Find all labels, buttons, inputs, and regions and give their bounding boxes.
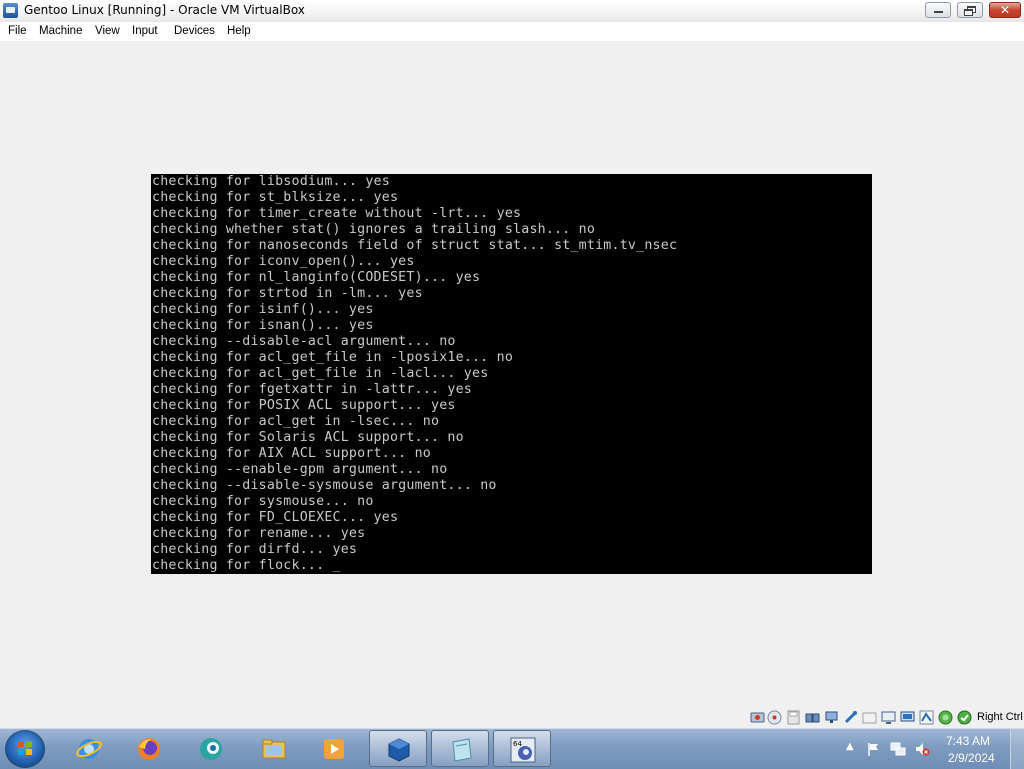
console-line: checking for isnan()... yes	[152, 318, 374, 333]
network-icon[interactable]	[824, 710, 839, 725]
taskbar-media-player[interactable]	[305, 730, 363, 767]
browser-icon	[200, 738, 222, 760]
console-line: checking for flock... _	[152, 558, 341, 573]
console-line: checking --disable-acl argument... no	[152, 334, 456, 349]
internet-explorer-icon	[76, 739, 102, 759]
console-line: checking for sysmouse... no	[152, 494, 374, 509]
window-title: Gentoo Linux [Running] - Oracle VM Virtu…	[24, 3, 305, 17]
title-bar: Gentoo Linux [Running] - Oracle VM Virtu…	[0, 0, 1024, 23]
firefox-icon	[138, 738, 160, 760]
media-player-icon	[324, 739, 344, 759]
console-line: checking for FD_CLOEXEC... yes	[152, 510, 399, 525]
console-line: checking for acl_get_file in -lacl... ye…	[152, 366, 489, 381]
menu-bar: File Machine View Input Devices Help	[0, 22, 1024, 42]
virtualization-icon[interactable]	[919, 710, 934, 725]
clock-date[interactable]: 2/9/2024	[948, 751, 995, 765]
audio-icon[interactable]	[805, 710, 820, 725]
menu-help[interactable]: Help	[227, 25, 251, 37]
network-tray-icon[interactable]	[890, 741, 906, 757]
console-line: checking for POSIX ACL support... yes	[152, 398, 456, 413]
svg-text:64: 64	[513, 740, 522, 748]
keyboard-icon[interactable]	[957, 710, 972, 725]
close-icon: ✕	[999, 3, 1011, 17]
hard-disk-icon[interactable]	[750, 710, 765, 725]
vm-console-screen[interactable]: checking for libsodium... yes checking f…	[151, 174, 872, 574]
minimize-icon	[934, 11, 943, 13]
virtualbox-app-icon[interactable]	[3, 3, 18, 18]
system-tray: ▲ 7:43 AM 2/9/2024	[842, 729, 1024, 769]
optical-drive-icon[interactable]	[767, 710, 782, 725]
taskbar-notepad[interactable]	[431, 730, 489, 767]
restore-icon-back	[964, 9, 973, 16]
show-desktop-button[interactable]	[1010, 729, 1024, 769]
menu-machine[interactable]: Machine	[39, 25, 82, 37]
console-line: checking for timer_create without -lrt..…	[152, 206, 522, 221]
console-line: checking for st_blksize... yes	[152, 190, 399, 205]
action-center-flag-icon[interactable]	[866, 741, 882, 757]
display-icon[interactable]	[881, 710, 896, 725]
notepad-icon	[452, 738, 472, 762]
restore-button[interactable]	[957, 2, 983, 18]
show-hidden-icons-icon[interactable]: ▲	[846, 741, 854, 752]
console-line: checking --enable-gpm argument... no	[152, 462, 448, 477]
taskbar-virtualbox-manager[interactable]	[369, 730, 427, 767]
console-line: checking for rename... yes	[152, 526, 366, 541]
console-line: checking for libsodium... yes	[152, 174, 390, 189]
shared-folders-icon[interactable]	[862, 710, 877, 725]
windows-logo-icon	[18, 741, 32, 755]
taskbar-file-explorer[interactable]	[245, 730, 303, 767]
console-line: checking for acl_get in -lsec... no	[152, 414, 440, 429]
windows-taskbar: 64 ▲ 7:43 AM 2/9/2024	[0, 728, 1024, 769]
console-line: checking for nl_langinfo(CODESET)... yes	[152, 270, 481, 285]
gentoo-vm-icon: 64	[510, 737, 536, 763]
menu-devices[interactable]: Devices	[174, 25, 215, 37]
usb-icon[interactable]	[843, 710, 858, 725]
clock-time[interactable]: 7:43 AM	[946, 734, 990, 748]
console-line: checking --disable-sysmouse argument... …	[152, 478, 497, 493]
menu-view[interactable]: View	[95, 25, 120, 37]
console-line: checking for fgetxattr in -lattr... yes	[152, 382, 473, 397]
console-line: checking for strtod in -lm... yes	[152, 286, 423, 301]
console-line: checking for isinf()... yes	[152, 302, 374, 317]
console-line: checking for AIX ACL support... no	[152, 446, 431, 461]
console-line: checking for acl_get_file in -lposix1e..…	[152, 350, 514, 365]
console-line: checking for Solaris ACL support... no	[152, 430, 464, 445]
video-capture-icon[interactable]	[900, 710, 915, 725]
start-button[interactable]	[5, 730, 45, 768]
console-line: checking for dirfd... yes	[152, 542, 358, 557]
menu-file[interactable]: File	[8, 25, 27, 37]
taskbar-gentoo-vm[interactable]: 64	[493, 730, 551, 767]
taskbar-browser[interactable]	[182, 730, 240, 767]
taskbar-firefox[interactable]	[120, 730, 178, 767]
close-button[interactable]: ✕	[989, 2, 1021, 18]
minimize-button[interactable]	[925, 2, 951, 18]
vm-status-bar: Right Ctrl	[748, 709, 1024, 727]
virtualbox-icon	[388, 738, 410, 762]
file-explorer-icon	[262, 739, 286, 759]
menu-input[interactable]: Input	[132, 25, 158, 37]
console-line: checking for nanoseconds field of struct…	[152, 238, 678, 253]
taskbar-internet-explorer[interactable]	[60, 730, 118, 767]
console-line: checking whether stat() ignores a traili…	[152, 222, 596, 237]
host-key-label: Right Ctrl	[977, 711, 1023, 723]
mouse-integration-icon[interactable]	[938, 710, 953, 725]
volume-muted-icon[interactable]	[914, 741, 930, 757]
floppy-icon[interactable]	[786, 710, 801, 725]
console-line: checking for iconv_open()... yes	[152, 254, 415, 269]
